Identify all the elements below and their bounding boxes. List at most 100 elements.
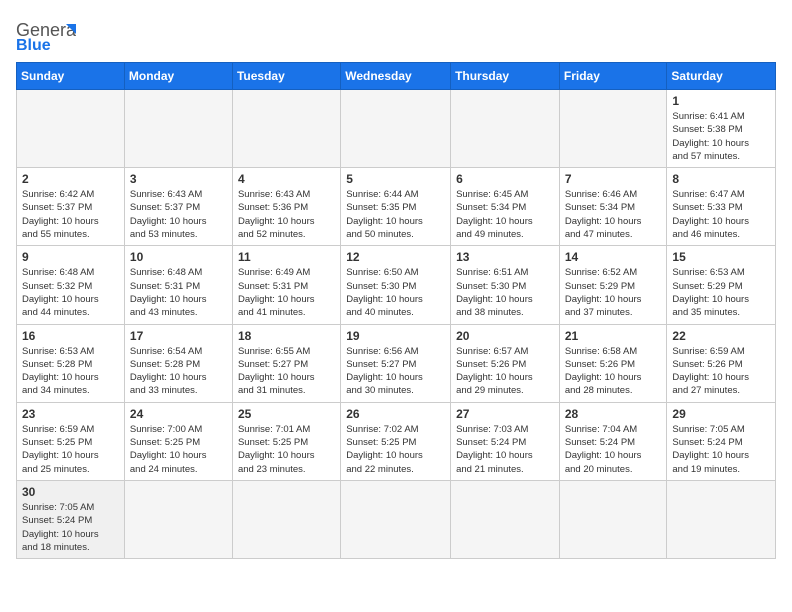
day-number: 25 [238,407,335,421]
logo-svg: General Blue [16,16,76,52]
day-cell [17,90,125,168]
day-info: Sunrise: 6:52 AM Sunset: 5:29 PM Dayligh… [565,266,662,319]
day-number: 14 [565,250,662,264]
day-cell: 17 Sunrise: 6:54 AM Sunset: 5:28 PM Dayli… [124,324,232,402]
day-cell: 9 Sunrise: 6:48 AM Sunset: 5:32 PM Daylig… [17,246,125,324]
day-info: Sunrise: 7:05 AM Sunset: 5:24 PM Dayligh… [672,423,770,476]
day-info: Sunrise: 6:44 AM Sunset: 5:35 PM Dayligh… [346,188,445,241]
day-number: 16 [22,329,119,343]
day-info: Sunrise: 6:49 AM Sunset: 5:31 PM Dayligh… [238,266,335,319]
day-number: 6 [456,172,554,186]
day-cell [341,480,451,558]
day-info: Sunrise: 6:47 AM Sunset: 5:33 PM Dayligh… [672,188,770,241]
weekday-header-friday: Friday [559,63,667,90]
day-number: 15 [672,250,770,264]
day-cell: 3 Sunrise: 6:43 AM Sunset: 5:37 PM Daylig… [124,168,232,246]
day-cell: 19 Sunrise: 6:56 AM Sunset: 5:27 PM Dayli… [341,324,451,402]
calendar-table: SundayMondayTuesdayWednesdayThursdayFrid… [16,62,776,559]
day-cell [232,480,340,558]
day-number: 10 [130,250,227,264]
day-cell: 22Sunrise: 6:59 AM Sunset: 5:26 PM Dayli… [667,324,776,402]
day-number: 20 [456,329,554,343]
day-cell: 18Sunrise: 6:55 AM Sunset: 5:27 PM Dayli… [232,324,340,402]
day-info: Sunrise: 6:48 AM Sunset: 5:31 PM Dayligh… [130,266,227,319]
day-info: Sunrise: 6:59 AM Sunset: 5:26 PM Dayligh… [672,345,770,398]
week-row-1: 1 Sunrise: 6:41 AM Sunset: 5:38 PM Daylig… [17,90,776,168]
day-info: Sunrise: 6:55 AM Sunset: 5:27 PM Dayligh… [238,345,335,398]
week-row-6: 30Sunrise: 7:05 AM Sunset: 5:24 PM Dayli… [17,480,776,558]
day-number: 11 [238,250,335,264]
day-info: Sunrise: 6:43 AM Sunset: 5:37 PM Dayligh… [130,188,227,241]
week-row-3: 9 Sunrise: 6:48 AM Sunset: 5:32 PM Daylig… [17,246,776,324]
day-cell [124,480,232,558]
weekday-header-tuesday: Tuesday [232,63,340,90]
day-cell [124,90,232,168]
day-number: 3 [130,172,227,186]
day-info: Sunrise: 6:48 AM Sunset: 5:32 PM Dayligh… [22,266,119,319]
day-cell [341,90,451,168]
calendar-container: General Blue SundayMondayTuesdayWednesda… [0,0,792,612]
day-number: 23 [22,407,119,421]
day-cell: 6 Sunrise: 6:45 AM Sunset: 5:34 PM Daylig… [451,168,560,246]
day-number: 13 [456,250,554,264]
day-cell: 2 Sunrise: 6:42 AM Sunset: 5:37 PM Daylig… [17,168,125,246]
logo-bar: General Blue [16,16,76,52]
day-cell: 15 Sunrise: 6:53 AM Sunset: 5:29 PM Dayli… [667,246,776,324]
day-number: 30 [22,485,119,499]
day-info: Sunrise: 6:59 AM Sunset: 5:25 PM Dayligh… [22,423,119,476]
day-number: 19 [346,329,445,343]
day-info: Sunrise: 6:41 AM Sunset: 5:38 PM Dayligh… [672,110,770,163]
weekday-header-sunday: Sunday [17,63,125,90]
day-cell: 12 Sunrise: 6:50 AM Sunset: 5:30 PM Dayli… [341,246,451,324]
day-number: 29 [672,407,770,421]
weekday-header-saturday: Saturday [667,63,776,90]
header: General Blue [16,16,776,52]
day-info: Sunrise: 7:00 AM Sunset: 5:25 PM Dayligh… [130,423,227,476]
day-cell: 23 Sunrise: 6:59 AM Sunset: 5:25 PM Dayli… [17,402,125,480]
day-cell: 28Sunrise: 7:04 AM Sunset: 5:24 PM Dayli… [559,402,667,480]
day-cell: 10 Sunrise: 6:48 AM Sunset: 5:31 PM Dayli… [124,246,232,324]
day-cell [667,480,776,558]
week-row-4: 16 Sunrise: 6:53 AM Sunset: 5:28 PM Dayli… [17,324,776,402]
day-cell: 20Sunrise: 6:57 AM Sunset: 5:26 PM Dayli… [451,324,560,402]
day-number: 7 [565,172,662,186]
day-cell [451,90,560,168]
weekday-header-row: SundayMondayTuesdayWednesdayThursdayFrid… [17,63,776,90]
day-info: Sunrise: 7:03 AM Sunset: 5:24 PM Dayligh… [456,423,554,476]
day-number: 2 [22,172,119,186]
day-info: Sunrise: 6:42 AM Sunset: 5:37 PM Dayligh… [22,188,119,241]
day-info: Sunrise: 7:02 AM Sunset: 5:25 PM Dayligh… [346,423,445,476]
day-cell: 24 Sunrise: 7:00 AM Sunset: 5:25 PM Dayli… [124,402,232,480]
day-cell: 11 Sunrise: 6:49 AM Sunset: 5:31 PM Dayli… [232,246,340,324]
day-info: Sunrise: 6:53 AM Sunset: 5:28 PM Dayligh… [22,345,119,398]
day-number: 26 [346,407,445,421]
day-cell [451,480,560,558]
week-row-5: 23 Sunrise: 6:59 AM Sunset: 5:25 PM Dayli… [17,402,776,480]
day-cell: 5Sunrise: 6:44 AM Sunset: 5:35 PM Daylig… [341,168,451,246]
day-info: Sunrise: 6:45 AM Sunset: 5:34 PM Dayligh… [456,188,554,241]
weekday-header-wednesday: Wednesday [341,63,451,90]
day-info: Sunrise: 6:50 AM Sunset: 5:30 PM Dayligh… [346,266,445,319]
day-cell: 7 Sunrise: 6:46 AM Sunset: 5:34 PM Daylig… [559,168,667,246]
day-cell [559,90,667,168]
day-number: 17 [130,329,227,343]
day-info: Sunrise: 6:56 AM Sunset: 5:27 PM Dayligh… [346,345,445,398]
day-cell: 14 Sunrise: 6:52 AM Sunset: 5:29 PM Dayli… [559,246,667,324]
logo: General Blue [16,16,76,52]
day-cell: 1 Sunrise: 6:41 AM Sunset: 5:38 PM Daylig… [667,90,776,168]
day-cell: 29 Sunrise: 7:05 AM Sunset: 5:24 PM Dayli… [667,402,776,480]
week-row-2: 2 Sunrise: 6:42 AM Sunset: 5:37 PM Daylig… [17,168,776,246]
day-number: 12 [346,250,445,264]
day-number: 24 [130,407,227,421]
day-info: Sunrise: 6:53 AM Sunset: 5:29 PM Dayligh… [672,266,770,319]
day-cell: 13Sunrise: 6:51 AM Sunset: 5:30 PM Dayli… [451,246,560,324]
day-info: Sunrise: 6:46 AM Sunset: 5:34 PM Dayligh… [565,188,662,241]
day-cell: 8Sunrise: 6:47 AM Sunset: 5:33 PM Daylig… [667,168,776,246]
day-number: 27 [456,407,554,421]
day-info: Sunrise: 6:54 AM Sunset: 5:28 PM Dayligh… [130,345,227,398]
day-cell: 25Sunrise: 7:01 AM Sunset: 5:25 PM Dayli… [232,402,340,480]
day-info: Sunrise: 6:43 AM Sunset: 5:36 PM Dayligh… [238,188,335,241]
day-number: 9 [22,250,119,264]
day-number: 1 [672,94,770,108]
day-cell: 26 Sunrise: 7:02 AM Sunset: 5:25 PM Dayli… [341,402,451,480]
